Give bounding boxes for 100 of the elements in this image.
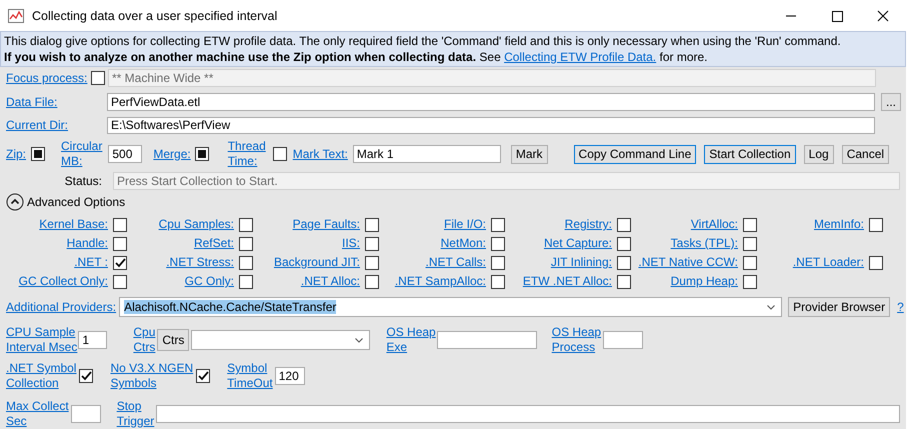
input-field[interactable] <box>70 405 101 423</box>
checkbox[interactable] <box>113 236 127 250</box>
field-label[interactable]: Stop Trigger <box>116 399 154 429</box>
field-label[interactable]: Merge: <box>153 146 191 162</box>
field-label[interactable]: Page Faults: <box>292 217 360 232</box>
field-label[interactable]: GC Collect Only: <box>18 274 108 289</box>
field-label[interactable]: OS Heap Exe <box>386 325 436 355</box>
checkbox[interactable] <box>743 274 757 288</box>
field-label[interactable]: MemInfo: <box>814 217 864 232</box>
help-link[interactable]: ? <box>897 300 904 314</box>
field-label[interactable]: RefSet: <box>194 236 234 251</box>
field-label[interactable]: .NET : <box>74 255 108 270</box>
checkbox[interactable] <box>194 147 209 161</box>
checkbox[interactable] <box>196 369 210 383</box>
checkbox[interactable] <box>491 274 505 288</box>
field-label[interactable]: Kernel Base: <box>39 217 108 232</box>
field-label[interactable]: .NET Calls: <box>426 255 486 270</box>
checkbox[interactable] <box>239 274 253 288</box>
checkbox[interactable] <box>743 218 757 232</box>
field-label[interactable]: .NET Stress: <box>166 255 234 270</box>
section-title: Advanced Options <box>27 195 126 209</box>
checkbox[interactable] <box>869 218 883 232</box>
checkbox[interactable] <box>869 256 883 270</box>
field-label[interactable]: .NET Loader: <box>792 255 864 270</box>
checkbox[interactable] <box>113 256 127 270</box>
field-label[interactable]: No V3.X NGEN Symbols <box>110 361 194 391</box>
checkbox[interactable] <box>239 256 253 270</box>
field-label[interactable]: Current Dir: <box>6 118 107 132</box>
checkbox[interactable] <box>113 274 127 288</box>
field-label[interactable]: OS Heap Process <box>552 325 602 355</box>
checkmark-icon <box>80 371 92 381</box>
collapse-icon[interactable] <box>6 193 24 211</box>
input-field[interactable] <box>156 405 900 423</box>
field-label[interactable]: Thread Time: <box>228 139 266 169</box>
help-link[interactable]: Collecting ETW Profile Data. <box>504 50 656 64</box>
field-label[interactable]: Cpu Ctrs <box>133 325 156 355</box>
browse-button[interactable]: ... <box>881 93 902 111</box>
checkbox[interactable] <box>743 236 757 250</box>
checkbox[interactable] <box>491 218 505 232</box>
field-label[interactable]: File I/O: <box>444 217 486 232</box>
field-label[interactable]: VirtAlloc: <box>690 217 738 232</box>
field-label[interactable]: CPU Sample Interval Msec <box>6 325 78 355</box>
field-label[interactable]: .NET Symbol Collection <box>6 361 76 391</box>
field-label[interactable]: Net Capture: <box>544 236 612 251</box>
field-label[interactable]: Data File: <box>6 94 107 110</box>
input-field[interactable]: PerfViewData.etl <box>107 93 875 111</box>
chart-icon <box>8 8 24 22</box>
checkbox[interactable] <box>239 236 253 250</box>
field-label[interactable]: JIT Inlining: <box>550 255 612 270</box>
checkbox[interactable] <box>491 256 505 270</box>
field-label[interactable]: .NET Alloc: <box>300 274 360 289</box>
action-button[interactable]: Mark <box>510 144 548 164</box>
field-label[interactable]: Handle: <box>66 236 108 251</box>
field-label[interactable]: Cpu Samples: <box>158 217 234 232</box>
input-field[interactable]: 120 <box>274 367 305 385</box>
checkbox[interactable] <box>79 369 94 383</box>
input-field[interactable]: 500 <box>108 145 142 163</box>
checkbox[interactable] <box>272 147 287 161</box>
field-label[interactable]: ETW .NET Alloc: <box>522 274 612 289</box>
action-button[interactable]: Log <box>804 144 834 164</box>
field-label[interactable]: IIS: <box>342 236 360 251</box>
field-label[interactable]: Zip: <box>6 146 26 162</box>
input-field[interactable]: 1 <box>78 331 108 349</box>
field-label[interactable]: Max Collect Sec <box>6 399 69 429</box>
field-label[interactable]: Symbol TimeOut <box>227 361 273 391</box>
field-label[interactable]: Circular MB: <box>61 139 102 169</box>
field-label[interactable]: Additional Providers: <box>6 300 116 314</box>
field-label[interactable]: NetMon: <box>440 236 486 251</box>
checkbox[interactable] <box>491 236 505 250</box>
provider-browser-button[interactable]: Provider Browser <box>788 297 890 317</box>
checkbox[interactable] <box>617 274 631 288</box>
checkbox[interactable] <box>617 218 631 232</box>
field-label[interactable]: Tasks (TPL): <box>670 236 738 251</box>
field-label[interactable]: GC Only: <box>184 274 234 289</box>
ctrs-button[interactable]: Ctrs <box>157 329 190 351</box>
field-label[interactable]: Mark Text: <box>292 146 348 162</box>
checkbox[interactable] <box>365 256 379 270</box>
field-label[interactable]: .NET SampAlloc: <box>394 274 486 289</box>
checkbox[interactable] <box>31 147 46 161</box>
checkbox[interactable] <box>365 274 379 288</box>
field-label[interactable]: Dump Heap: <box>670 274 738 289</box>
checkbox[interactable] <box>365 236 379 250</box>
checkbox[interactable] <box>239 218 253 232</box>
checkbox[interactable] <box>617 236 631 250</box>
providers-combobox[interactable]: Alachisoft.NCache.Cache/StateTransfer <box>119 297 782 317</box>
input-field[interactable] <box>436 331 537 349</box>
checkbox[interactable] <box>743 256 757 270</box>
action-button[interactable]: Cancel <box>842 144 890 164</box>
checkbox[interactable] <box>113 218 127 232</box>
checkmark-icon <box>198 371 209 381</box>
action-button[interactable]: Copy Command Line <box>574 144 696 164</box>
action-button[interactable]: Start Collection <box>704 144 796 164</box>
field-label[interactable]: Registry: <box>564 217 612 232</box>
checkbox[interactable] <box>365 218 379 232</box>
input-field[interactable]: Mark 1 <box>352 145 501 163</box>
field-label[interactable]: .NET Native CCW: <box>638 255 738 270</box>
input-field[interactable] <box>603 331 644 349</box>
input-field[interactable]: E:\Softwares\PerfView <box>107 116 875 134</box>
field-label[interactable]: Background JIT: <box>274 255 360 270</box>
checkbox[interactable] <box>617 256 631 270</box>
